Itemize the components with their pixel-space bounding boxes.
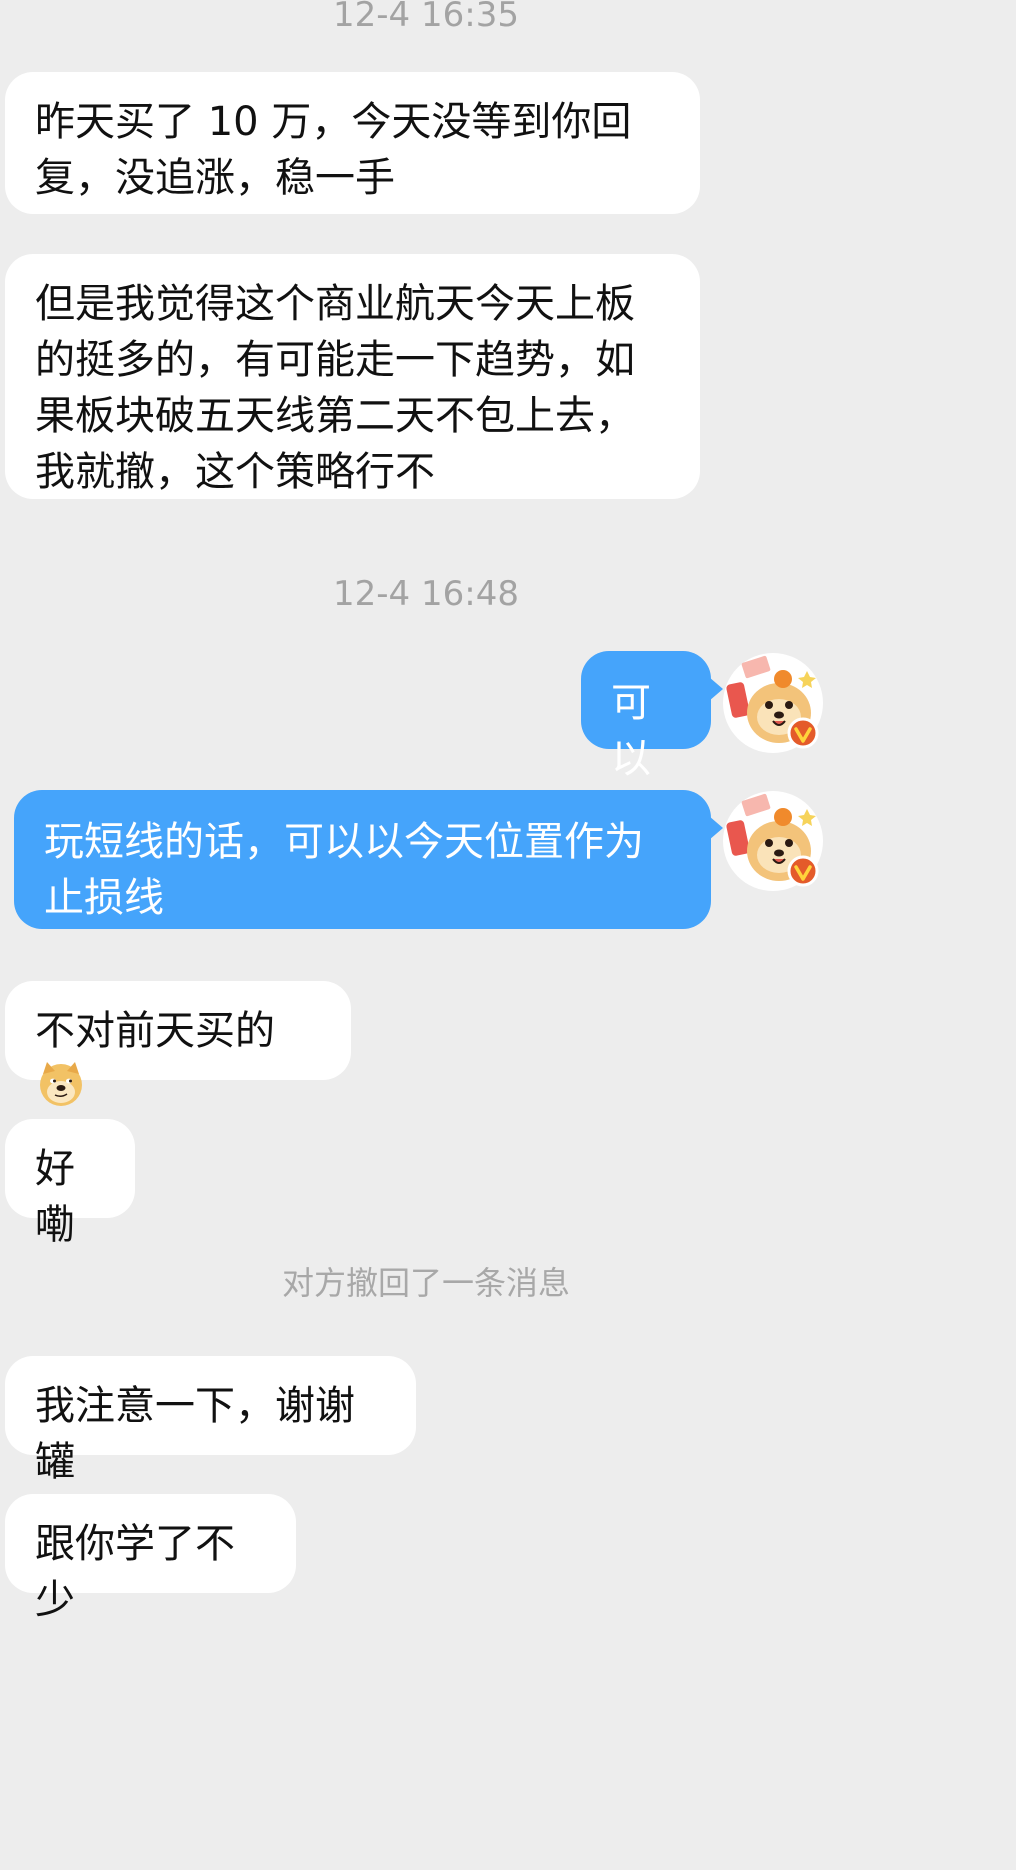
doge-emoji-icon (40, 1062, 82, 1106)
dog-avatar-icon (725, 655, 821, 751)
message-text: 但是我觉得这个商业航天今天上板的挺多的，有可能走一下趋势，如果板块破五天线第二天… (35, 281, 635, 495)
message-text: 我注意一下，谢谢罐 (35, 1383, 355, 1485)
incoming-message[interactable]: 昨天买了 10 万，今天没等到你回复，没追涨，稳一手 (5, 72, 700, 214)
recall-notice: 对方撤回了一条消息 (281, 1264, 570, 1302)
timestamp: 12-4 16:35 (333, 0, 519, 35)
user-avatar[interactable] (723, 653, 823, 753)
message-text: 好嘞 (35, 1146, 75, 1248)
incoming-message[interactable]: 不对前天买的 (5, 981, 351, 1106)
user-avatar[interactable] (723, 791, 823, 891)
timestamp: 12-4 16:48 (333, 574, 519, 614)
chat-view: 12-4 16:35 昨天买了 10 万，今天没等到你回复，没追涨，稳一手 但是… (0, 0, 1016, 1870)
verified-v-icon (787, 855, 819, 887)
incoming-message[interactable]: 但是我觉得这个商业航天今天上板的挺多的，有可能走一下趋势，如果板块破五天线第二天… (5, 254, 700, 499)
outgoing-message[interactable]: 玩短线的话，可以以今天位置作为止损线 (14, 790, 723, 929)
message-text: 玩短线的话，可以以今天位置作为止损线 (44, 819, 644, 921)
outgoing-message[interactable]: 可以 (581, 651, 723, 782)
message-text: 昨天买了 10 万，今天没等到你回复，没追涨，稳一手 (35, 99, 632, 201)
message-text: 跟你学了不少 (35, 1521, 235, 1623)
incoming-message[interactable]: 我注意一下，谢谢罐 (5, 1356, 416, 1485)
dog-avatar-icon (725, 793, 821, 889)
verified-v-icon (787, 717, 819, 749)
message-text: 不对前天买的 (35, 1008, 275, 1054)
incoming-message[interactable]: 跟你学了不少 (5, 1494, 296, 1623)
incoming-message[interactable]: 好嘞 (5, 1119, 135, 1248)
message-text: 可以 (611, 680, 651, 782)
